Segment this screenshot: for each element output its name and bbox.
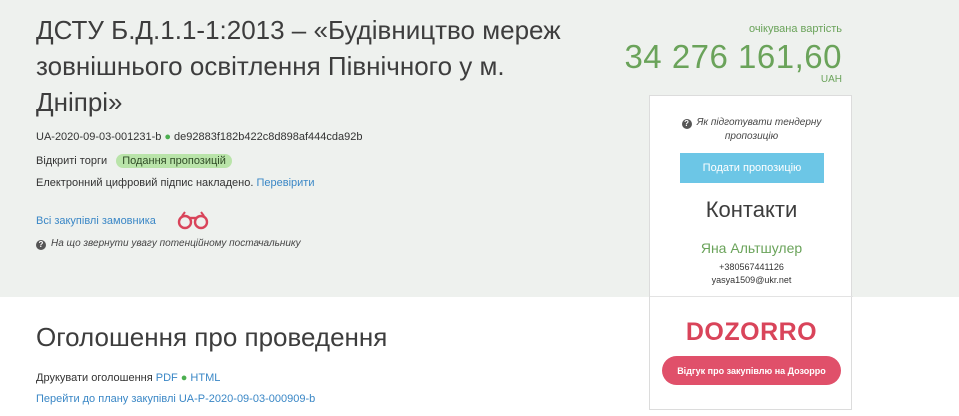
print-label: Друкувати оголошення (36, 372, 153, 384)
binoculars-icon[interactable] (176, 210, 210, 230)
supplier-hint-text: На що звернути увагу потенційному постач… (51, 238, 301, 249)
tender-id: UA-2020-09-03-001231-b (36, 131, 162, 143)
announcement-title: Оголошення про проведення (36, 322, 388, 352)
procedure-type: Відкриті торги (36, 155, 108, 167)
dozorro-logo: DOZORRO (685, 318, 818, 346)
signature-text: Електронний цифровий підпис накладено. (36, 177, 254, 189)
expected-price-label: очікувана вартість (748, 23, 842, 35)
separator-dot: ● (164, 131, 172, 143)
dozorro-review-button[interactable]: Відгук про закупівлю на Дозорро (662, 356, 841, 385)
separator-dot: ● (180, 372, 188, 384)
print-announcement-row: Друкувати оголошення PDF ● HTML (36, 372, 220, 384)
question-icon: ? (681, 119, 692, 129)
submit-bid-button[interactable]: Подати пропозицію (680, 153, 824, 183)
tender-hash: de92883f182b422c8d898af444cda92b (174, 131, 363, 143)
tender-id-row: UA-2020-09-03-001231-b ● de92883f182b422c8… (36, 131, 362, 143)
print-pdf-link[interactable]: PDF (156, 372, 178, 384)
procedure-row: Відкриті торги Подання пропозицій (36, 154, 232, 168)
expected-price-currency: UAH (820, 74, 842, 85)
signature-row: Електронний цифровий підпис накладено. П… (36, 177, 314, 189)
tender-title: ДСТУ Б.Д.1.1-1:2013 – «Будівництво мереж… (36, 15, 561, 117)
prep-tip-link[interactable]: ? Як підготувати тендерну пропозицію (650, 116, 853, 144)
side-panel: ? Як підготувати тендерну пропозицію Пода… (649, 95, 853, 410)
question-icon: ? (36, 240, 46, 250)
panel-divider (650, 296, 853, 297)
print-html-link[interactable]: HTML (190, 372, 220, 384)
prep-tip-text: Як підготувати тендерну пропозицію (696, 117, 822, 142)
contact-phone: +380567441126 (719, 262, 784, 272)
contact-name: Яна Альтшулер (700, 240, 803, 256)
status-badge: Подання пропозицій (116, 154, 232, 168)
expected-price-value: 34 276 161,60 (624, 38, 842, 75)
supplier-hint[interactable]: ? На що звернути увагу потенційному поста… (36, 238, 301, 250)
contacts-title: Контакти (705, 197, 798, 222)
all-buyer-purchases-link[interactable]: Всі закупівлі замовника (36, 215, 156, 227)
contact-email: yasya1509@ukr.net (711, 275, 792, 285)
verify-signature-link[interactable]: Перевірити (256, 177, 314, 189)
procurement-plan-link[interactable]: Перейти до плану закупівлі UA-P-2020-09-… (36, 393, 315, 405)
